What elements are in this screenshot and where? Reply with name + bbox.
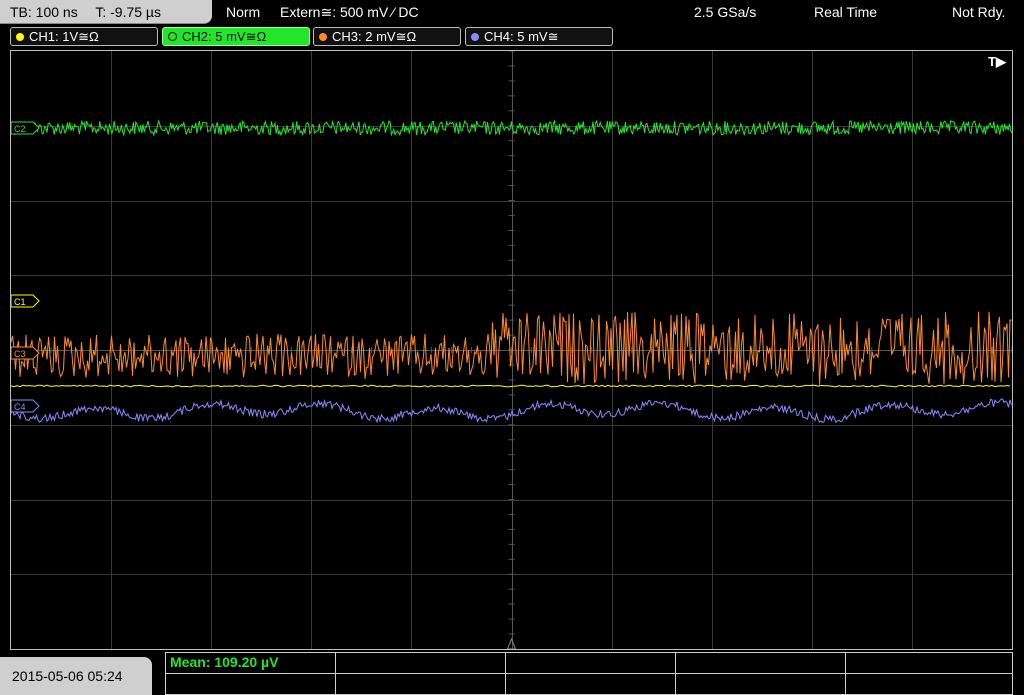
ch2-trace — [11, 119, 1012, 137]
channel-tabs: CH1: 1V≅Ω CH2: 5 mV≅Ω CH3: 2 mV≅Ω CH4: 5… — [0, 26, 1024, 48]
datetime-box: 2015-05-06 05:24 — [0, 657, 152, 695]
marker-label: C2 — [14, 124, 26, 134]
ch3-color-icon — [319, 32, 327, 41]
measurement-cell-3[interactable] — [506, 653, 676, 673]
trigger-position-marker[interactable]: T▶ — [988, 54, 1006, 70]
measurement-row-2 — [166, 673, 1012, 695]
measurement-cell-1[interactable]: Mean: 109.20 µV — [166, 653, 336, 673]
measurement-cell-7[interactable] — [506, 674, 676, 695]
tab-ch1[interactable]: CH1: 1V≅Ω — [10, 27, 158, 46]
channel-offset-marker-c1[interactable]: C1 — [11, 294, 40, 308]
timebase-label: TB: 100 ns — [10, 4, 78, 20]
measurement-cell-2[interactable] — [336, 653, 506, 673]
marker-label: C1 — [14, 297, 26, 307]
ch4-color-icon — [471, 32, 479, 41]
status-bar: TB: 100 ns T: -9.75 µs Norm Extern≅: 500… — [0, 0, 1024, 26]
marker-label: C3 — [14, 349, 26, 359]
ch4-trace — [11, 398, 1012, 424]
ch1-color-icon — [16, 32, 24, 41]
measurement-cell-4[interactable] — [676, 653, 846, 673]
measurement-cell-6[interactable] — [336, 674, 506, 695]
channel-offset-marker-c2[interactable]: C2 — [11, 121, 40, 135]
ch1-trace — [11, 384, 1011, 388]
trigger-arrow-icon — [506, 637, 517, 649]
trigger-source[interactable]: Extern≅: 500 mV ⁄ DC — [280, 0, 419, 24]
mean-measurement: Mean: 109.20 µV — [170, 654, 279, 670]
measurement-cell-5[interactable] — [166, 674, 336, 695]
ch3-label: CH3: 2 mV≅Ω — [332, 29, 417, 44]
ch1-label: CH1: 1V≅Ω — [29, 29, 99, 44]
measurement-panel[interactable]: Mean: 109.20 µV — [165, 652, 1013, 695]
waveform-canvas[interactable]: C2 C1 C3 C4 — [11, 51, 1012, 649]
marker-label: C4 — [14, 402, 26, 412]
timebase-box[interactable]: TB: 100 ns T: -9.75 µs — [0, 0, 212, 24]
channel-offset-marker-c3[interactable]: C3 — [11, 346, 40, 360]
trigger-time-label: T: -9.75 µs — [95, 4, 161, 20]
trigger-mode[interactable]: Norm — [226, 0, 260, 24]
ch2-label: CH2: 5 mV≅Ω — [182, 29, 267, 44]
measurement-cell-8[interactable] — [676, 674, 846, 695]
ch2-color-icon — [168, 32, 177, 42]
channel-offset-marker-c4[interactable]: C4 — [11, 399, 40, 413]
tab-ch3[interactable]: CH3: 2 mV≅Ω — [313, 27, 461, 46]
ch4-label: CH4: 5 mV≅ — [484, 29, 559, 44]
acquisition-mode: Real Time — [814, 4, 878, 20]
sample-rate: 2.5 GSa/s — [694, 4, 757, 20]
tab-ch4[interactable]: CH4: 5 mV≅ — [465, 27, 613, 46]
ready-status: Not Rdy. — [952, 4, 1006, 20]
tab-ch2[interactable]: CH2: 5 mV≅Ω — [162, 27, 310, 46]
waveform-display[interactable]: C2 C1 C3 C4 T▶ — [10, 50, 1013, 650]
